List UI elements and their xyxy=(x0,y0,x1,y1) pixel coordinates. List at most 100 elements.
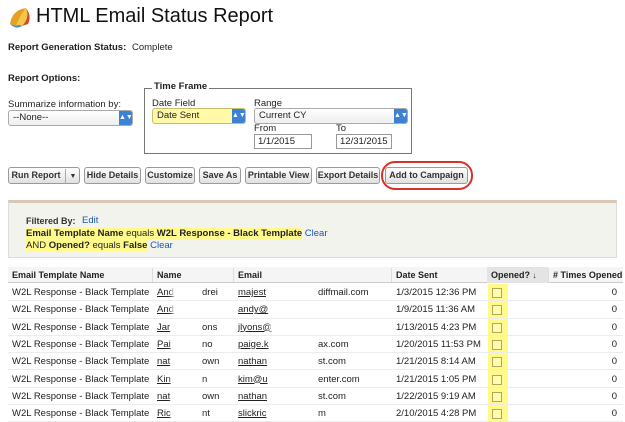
times-opened-cell: 0 xyxy=(611,373,617,385)
col-header-name[interactable]: Name xyxy=(157,270,182,280)
times-opened-cell: 0 xyxy=(611,338,617,350)
col-header-template[interactable]: Email Template Name xyxy=(12,270,104,280)
time-frame-legend: Time Frame xyxy=(152,81,210,92)
email-link[interactable]: andy@ xyxy=(238,304,268,315)
hide-details-button[interactable]: Hide Details xyxy=(84,167,141,184)
name-partial: nt xyxy=(202,408,210,420)
redacted-email-block xyxy=(270,287,316,298)
name-link[interactable]: nat xyxy=(157,391,170,402)
times-opened-cell: 0 xyxy=(611,304,617,316)
opened-checkbox xyxy=(492,357,502,368)
email-partial: enter.com xyxy=(318,373,360,385)
sort-descending-icon: ↓ xyxy=(532,271,537,280)
template-cell: W2L Response - Black Template xyxy=(12,356,150,368)
opened-checkbox xyxy=(492,409,502,420)
date-sent-cell: 1/21/2015 8:14 AM xyxy=(396,356,476,368)
col-header-email[interactable]: Email xyxy=(238,270,262,280)
redacted-name-block xyxy=(172,287,200,298)
email-link[interactable]: slickric xyxy=(238,408,267,419)
email-partial: m xyxy=(318,408,326,420)
col-header-times-opened[interactable]: # Times Opened xyxy=(553,270,622,280)
redacted-email-block xyxy=(270,356,316,368)
name-partial: n xyxy=(202,373,208,385)
email-link[interactable]: kim@u xyxy=(238,374,268,385)
redacted-email-block xyxy=(270,321,316,333)
date-field-select[interactable]: Date Sent ▲▼ xyxy=(152,108,246,124)
redacted-name-block xyxy=(172,304,200,316)
times-opened-cell: 0 xyxy=(611,356,617,368)
template-cell: W2L Response - Black Template xyxy=(12,408,150,420)
opened-checkbox xyxy=(492,305,502,316)
template-cell: W2L Response - Black Template xyxy=(12,338,150,350)
redacted-email-block xyxy=(270,304,316,316)
name-partial: drei xyxy=(202,287,218,298)
redacted-name-block xyxy=(172,338,200,350)
filter-line-2: AND Opened? equals False Clear xyxy=(26,240,173,251)
email-link[interactable]: jlyons@ xyxy=(238,322,272,333)
opened-checkbox xyxy=(492,339,502,350)
name-link[interactable]: Kin xyxy=(157,374,171,385)
name-partial: own xyxy=(202,390,220,402)
date-sent-cell: 1/20/2015 11:53 PM xyxy=(396,338,481,350)
date-sent-cell: 1/9/2015 11:36 AM xyxy=(396,304,476,316)
name-partial: no xyxy=(202,338,213,350)
filtered-by-label: Filtered By: xyxy=(26,216,76,226)
email-partial: diffmail.com xyxy=(318,287,369,298)
date-sent-cell: 2/10/2015 4:28 PM xyxy=(396,408,477,420)
edit-filters-link[interactable]: Edit xyxy=(82,215,98,226)
from-date-input[interactable]: 1/1/2015 xyxy=(254,134,312,149)
name-link[interactable]: Jar xyxy=(157,322,170,333)
export-details-button[interactable]: Export Details xyxy=(316,167,380,184)
column-divider xyxy=(548,268,549,282)
name-link[interactable]: Pai xyxy=(157,339,171,350)
clear-filter-1-link[interactable]: Clear xyxy=(305,228,328,239)
to-label: To xyxy=(336,123,347,134)
name-link[interactable]: nat xyxy=(157,356,170,367)
template-cell: W2L Response - Black Template xyxy=(12,373,150,385)
dropdown-arrow-icon: ▼ xyxy=(64,169,76,184)
run-report-button[interactable]: Run Report ▼ xyxy=(8,167,80,184)
email-partial: st.com xyxy=(318,390,346,402)
name-partial: ons xyxy=(202,321,218,333)
col-header-opened[interactable]: Opened? ↓ xyxy=(491,270,537,280)
column-divider xyxy=(233,268,234,282)
select-arrows-icon: ▲▼ xyxy=(232,109,245,123)
redacted-email-block xyxy=(270,408,316,420)
to-date-input[interactable]: 12/31/2015 xyxy=(336,134,392,149)
redacted-name-block xyxy=(172,356,200,368)
times-opened-cell: 0 xyxy=(611,321,617,333)
summarize-select[interactable]: --None-- ▲▼ xyxy=(8,110,133,126)
email-link[interactable]: paige.k xyxy=(238,339,269,350)
save-as-button[interactable]: Save As xyxy=(199,167,241,184)
summarize-label: Summarize information by: xyxy=(8,99,121,110)
report-logo-icon xyxy=(10,8,30,28)
times-opened-cell: 0 xyxy=(611,408,617,420)
column-divider xyxy=(391,268,392,282)
email-link[interactable]: nathan xyxy=(238,391,267,402)
name-partial: own xyxy=(202,356,220,368)
range-select[interactable]: Current CY ▲▼ xyxy=(254,108,408,124)
status-value: Complete xyxy=(132,42,173,53)
email-link[interactable]: nathan xyxy=(238,356,267,367)
redacted-email-block xyxy=(270,390,316,402)
opened-checkbox xyxy=(492,391,502,402)
redacted-name-block xyxy=(172,373,200,385)
date-sent-cell: 1/3/2015 12:36 PM xyxy=(396,287,477,298)
customize-button[interactable]: Customize xyxy=(145,167,195,184)
clear-filter-2-link[interactable]: Clear xyxy=(150,240,173,251)
date-sent-cell: 1/22/2015 9:19 AM xyxy=(396,390,476,402)
date-sent-cell: 1/13/2015 4:23 PM xyxy=(396,321,477,333)
opened-checkbox xyxy=(492,288,502,298)
opened-checkbox xyxy=(492,322,502,333)
email-link[interactable]: majest xyxy=(238,287,266,298)
filter-line-1: Email Template Name equals W2L Response … xyxy=(26,228,328,239)
email-partial: ax.com xyxy=(318,338,349,350)
times-opened-cell: 0 xyxy=(611,287,617,298)
redacted-email-block xyxy=(270,338,316,350)
from-label: From xyxy=(254,123,277,134)
col-header-date-sent[interactable]: Date Sent xyxy=(396,270,438,280)
printable-view-button[interactable]: Printable View xyxy=(245,167,312,184)
report-options-label: Report Options: xyxy=(8,73,81,84)
name-link[interactable]: Ric xyxy=(157,408,171,419)
date-sent-cell: 1/21/2015 1:05 PM xyxy=(396,373,477,385)
